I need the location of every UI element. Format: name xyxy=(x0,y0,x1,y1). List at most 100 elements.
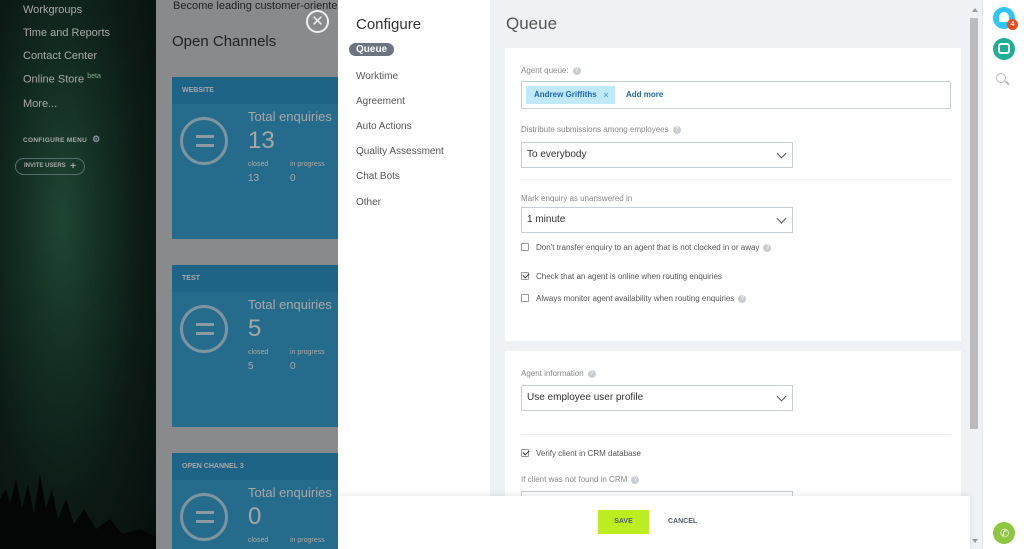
menu-item-time-and-reports[interactable]: Time and Reports xyxy=(23,27,110,39)
total-enquiries-label: Total enquiries xyxy=(248,297,332,312)
left-menu: Workgroups Time and Reports Contact Cent… xyxy=(0,0,156,549)
distribute-select[interactable]: To everybody xyxy=(521,142,793,168)
nav-item-chat-bots[interactable]: Chat Bots xyxy=(356,171,400,182)
slider-footer: SAVE CANCEL xyxy=(338,496,970,549)
in-progress-label: in progress xyxy=(290,161,325,168)
total-enquiries-count: 0 xyxy=(248,503,262,530)
help-icon[interactable]: ? xyxy=(672,126,681,134)
closed-count: 5 xyxy=(248,361,254,372)
in-progress-count: 0 xyxy=(290,361,296,372)
checkbox-label: Verify client in CRM database xyxy=(536,449,641,458)
search-icon[interactable] xyxy=(996,73,1006,83)
checkbox-label: Check that an agent is online when routi… xyxy=(536,272,722,281)
scroll-thumb[interactable] xyxy=(970,18,978,429)
agent-queue-label: Agent queue:? xyxy=(521,66,581,75)
menu-item-online-store[interactable]: Online Store beta xyxy=(23,73,101,86)
plus-icon: + xyxy=(70,161,76,172)
checkbox-verify-crm[interactable]: Verify client in CRM database xyxy=(521,449,641,458)
invite-users-label: INVITE USERS xyxy=(24,163,66,169)
agent-info-select-value: Use employee user profile xyxy=(527,392,644,403)
chevron-down-icon xyxy=(776,213,787,224)
cancel-button[interactable]: CANCEL xyxy=(668,510,697,534)
agent-info-label: Agent information? xyxy=(521,369,596,378)
closed-label: closed xyxy=(248,537,269,544)
help-icon[interactable]: ? xyxy=(738,295,747,303)
unanswered-select[interactable]: 1 minute xyxy=(521,207,793,233)
save-button[interactable]: SAVE xyxy=(598,510,649,534)
scroll-up-icon[interactable] xyxy=(972,8,978,12)
channel-card-website: WEBSITE Total enquiries 13 closed in pro… xyxy=(172,77,338,239)
checkbox-box[interactable] xyxy=(521,243,529,251)
checkbox-monitor-availability[interactable]: Always monitor agent availability when r… xyxy=(521,294,747,303)
chat-transfer-icon xyxy=(180,493,228,541)
checkbox-label: Always monitor agent availability when r… xyxy=(536,294,735,303)
total-enquiries-count: 13 xyxy=(248,127,275,154)
closed-label: closed xyxy=(248,349,269,356)
distribute-select-value: To everybody xyxy=(527,149,587,160)
agent-tag-name: Andrew Griffiths xyxy=(534,90,597,99)
scroll-down-icon[interactable] xyxy=(972,539,978,543)
channel-card-open-channel-3: OPEN CHANNEL 3 Total enquiries 0 closed … xyxy=(172,453,338,549)
help-icon[interactable]: ? xyxy=(587,370,596,378)
chat-transfer-icon xyxy=(180,117,228,165)
page-title: Queue xyxy=(506,14,558,33)
checkbox-no-transfer[interactable]: Don't transfer enquiry to an agent that … xyxy=(521,243,772,252)
chat-transfer-icon xyxy=(180,305,228,353)
scrollbar[interactable] xyxy=(970,8,980,543)
menu-item-contact-center[interactable]: Contact Center xyxy=(23,50,97,62)
distribute-label: Distribute submissions among employees? xyxy=(521,125,681,134)
help-icon[interactable]: ? xyxy=(763,244,772,252)
nav-item-quality-assessment[interactable]: Quality Assessment xyxy=(356,146,444,157)
menu-item-label: Online Store xyxy=(23,73,85,86)
help-icon[interactable]: ? xyxy=(631,476,640,484)
checkbox-box[interactable] xyxy=(521,272,529,280)
forest-silhouette xyxy=(0,474,156,549)
channel-card-name: OPEN CHANNEL 3 xyxy=(172,453,338,480)
nav-item-auto-actions[interactable]: Auto Actions xyxy=(356,121,412,132)
menu-item-more[interactable]: More... xyxy=(23,98,57,110)
menu-item-workgroups[interactable]: Workgroups xyxy=(23,4,82,16)
divider xyxy=(521,434,951,435)
nav-item-worktime[interactable]: Worktime xyxy=(356,71,398,82)
checkbox-box[interactable] xyxy=(521,449,529,457)
close-slider-button[interactable]: ✕ xyxy=(306,10,329,33)
checkbox-label: Don't transfer enquiry to an agent that … xyxy=(536,243,760,252)
chevron-down-icon xyxy=(776,148,787,159)
nav-item-agreement[interactable]: Agreement xyxy=(356,96,405,107)
configure-menu-button[interactable]: CONFIGURE MENU ⚙ xyxy=(23,134,101,145)
unanswered-select-value: 1 minute xyxy=(527,214,566,225)
phone-icon: ✆ xyxy=(1000,528,1010,540)
not-found-label-text: If client was not found in CRM xyxy=(521,475,628,484)
nav-item-queue[interactable]: Queue xyxy=(349,43,395,56)
configure-menu-label: CONFIGURE MENU xyxy=(23,137,88,144)
invite-users-button[interactable]: INVITE USERS + xyxy=(15,158,85,175)
in-progress-label: in progress xyxy=(290,537,325,544)
messenger-button[interactable] xyxy=(993,38,1015,60)
add-more-link[interactable]: Add more xyxy=(626,90,663,99)
configure-slider: Configure Queue Worktime Agreement Auto … xyxy=(338,0,982,549)
channel-card-name: WEBSITE xyxy=(172,77,338,104)
nav-item-other[interactable]: Other xyxy=(356,197,381,208)
total-enquiries-count: 5 xyxy=(248,315,262,342)
not-found-label: If client was not found in CRM? xyxy=(521,475,640,484)
distribute-label-text: Distribute submissions among employees xyxy=(521,125,669,134)
configure-nav: Configure Queue Worktime Agreement Auto … xyxy=(338,0,490,549)
telephony-button[interactable]: ✆ xyxy=(993,522,1015,544)
agent-queue-label-text: Agent queue: xyxy=(521,66,569,75)
in-progress-label: in progress xyxy=(290,349,325,356)
agent-queue-field[interactable]: Andrew Griffiths × Add more xyxy=(521,81,951,109)
total-enquiries-label: Total enquiries xyxy=(248,485,332,500)
agent-info-label-text: Agent information xyxy=(521,369,584,378)
unanswered-label: Mark enquiry as unanswered in xyxy=(521,194,633,203)
closed-label: closed xyxy=(248,161,269,168)
checkbox-check-online[interactable]: Check that an agent is online when routi… xyxy=(521,272,722,281)
help-icon[interactable]: ? xyxy=(572,67,581,75)
agent-info-select[interactable]: Use employee user profile xyxy=(521,385,793,411)
beta-badge: beta xyxy=(87,73,101,80)
notification-count-badge: 4 xyxy=(1007,19,1018,30)
remove-tag-icon[interactable]: × xyxy=(603,86,608,104)
checkbox-box[interactable] xyxy=(521,294,529,302)
background-page: Become leading customer-oriented c Open … xyxy=(156,0,338,549)
configure-title: Configure xyxy=(356,16,422,33)
notifications-button[interactable]: 4 xyxy=(993,7,1018,30)
